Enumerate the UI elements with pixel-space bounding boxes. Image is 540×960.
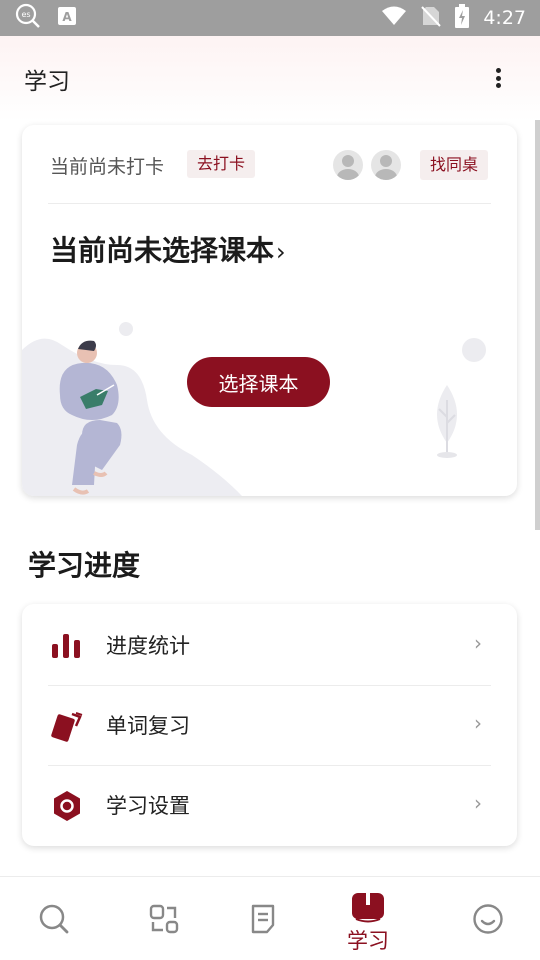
checkin-card: 当前尚未打卡 去打卡 找同桌 当前尚未选择课本› 选择课本 bbox=[22, 125, 517, 496]
search-icon bbox=[39, 904, 69, 934]
wifi-icon bbox=[381, 5, 407, 31]
avatar[interactable] bbox=[371, 150, 401, 180]
checkin-button[interactable]: 去打卡 bbox=[187, 150, 256, 178]
menu-item-label: 进度统计 bbox=[106, 634, 190, 658]
es-search-icon: es bbox=[14, 2, 42, 34]
bar-chart-icon bbox=[52, 634, 80, 658]
find-deskmate-button[interactable]: 找同桌 bbox=[420, 150, 489, 180]
chevron-right-icon: › bbox=[474, 631, 482, 655]
cards-icon bbox=[51, 712, 83, 742]
status-time: 4:27 bbox=[483, 7, 526, 29]
textbook-selector[interactable]: 当前尚未选择课本› bbox=[50, 229, 286, 269]
menu-item-label: 学习设置 bbox=[106, 794, 190, 818]
menu-item-progress-stats[interactable]: 进度统计 › bbox=[22, 605, 517, 685]
menu-item-word-review[interactable]: 单词复习 › bbox=[22, 685, 517, 765]
top-bar: 学习 bbox=[0, 36, 540, 122]
textbook-title: 当前尚未选择课本 bbox=[50, 234, 275, 267]
chevron-right-icon: › bbox=[276, 238, 286, 266]
chevron-right-icon: › bbox=[474, 711, 482, 735]
smile-icon bbox=[473, 904, 503, 934]
status-bar: es A 4:27 bbox=[0, 0, 540, 36]
chevron-right-icon: › bbox=[474, 791, 482, 815]
menu-item-label: 单词复习 bbox=[106, 714, 190, 738]
progress-menu-card: 进度统计 › 单词复习 › 学习设置 › bbox=[22, 604, 517, 846]
nav-profile[interactable] bbox=[436, 877, 540, 960]
scrollbar[interactable] bbox=[535, 120, 540, 530]
notes-icon bbox=[251, 904, 275, 934]
nav-search[interactable] bbox=[0, 877, 108, 960]
no-sim-icon bbox=[421, 5, 442, 31]
svg-text:A: A bbox=[62, 10, 72, 24]
book-icon bbox=[352, 893, 384, 923]
page-title: 学习 bbox=[24, 69, 70, 95]
battery-charging-icon bbox=[455, 4, 470, 32]
more-vertical-icon[interactable] bbox=[486, 66, 510, 90]
scan-icon bbox=[149, 904, 179, 934]
nav-study[interactable]: 学习 bbox=[314, 877, 422, 960]
menu-item-study-settings[interactable]: 学习设置 › bbox=[22, 765, 517, 845]
nav-notes[interactable] bbox=[209, 877, 317, 960]
svg-text:es: es bbox=[21, 10, 30, 19]
nav-scan[interactable] bbox=[110, 877, 218, 960]
hexagon-settings-icon bbox=[54, 791, 80, 821]
divider bbox=[48, 203, 491, 204]
checkin-status-text: 当前尚未打卡 bbox=[50, 156, 165, 178]
avatar[interactable] bbox=[333, 150, 363, 180]
nav-study-label: 学习 bbox=[347, 929, 389, 953]
bottom-nav: 学习 bbox=[0, 876, 540, 960]
select-textbook-button[interactable]: 选择课本 bbox=[187, 357, 330, 407]
a-font-icon: A bbox=[56, 5, 78, 31]
section-title: 学习进度 bbox=[28, 549, 141, 582]
